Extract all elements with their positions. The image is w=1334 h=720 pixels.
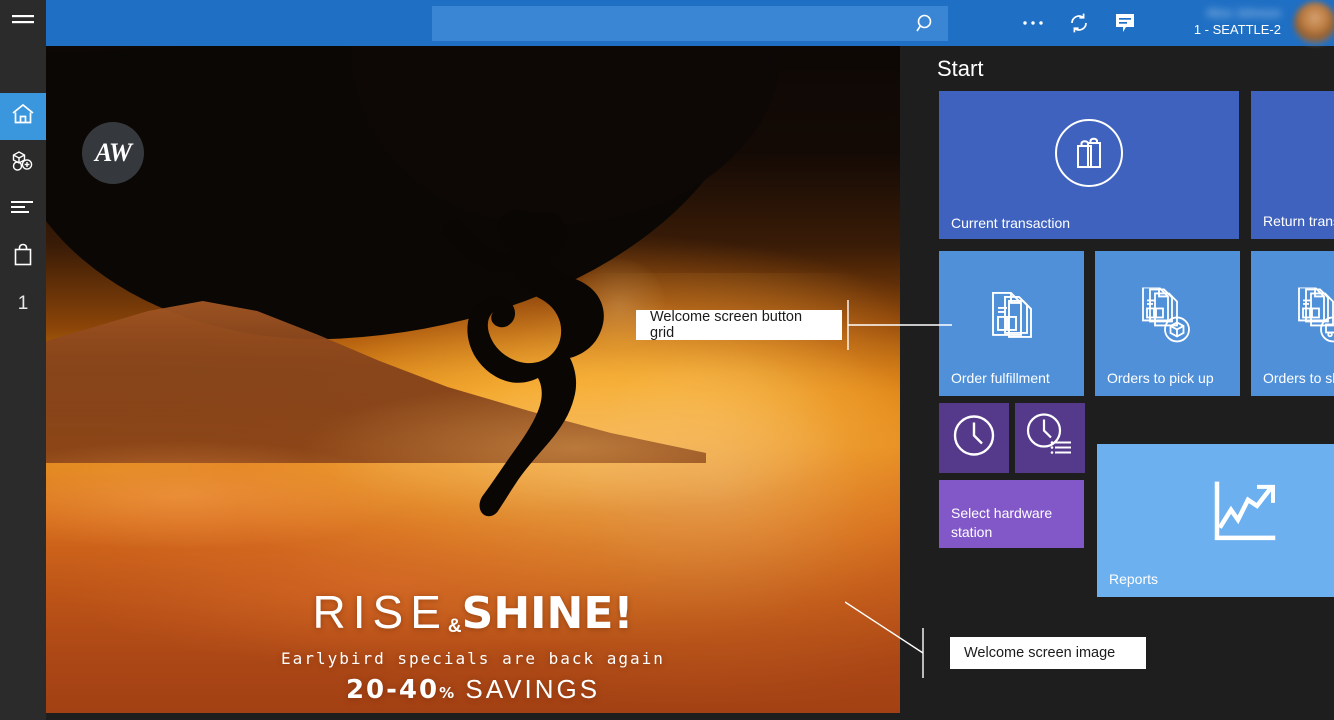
promo-overlay: RISE&SHINE! Earlybird specials are back …: [46, 585, 900, 705]
climber-silhouette: [426, 206, 656, 536]
sidebar-item-cart[interactable]: [0, 234, 46, 281]
sync-refresh-button[interactable]: [1064, 8, 1094, 38]
annotation-leader-line-image: [845, 600, 955, 680]
tile-current-transaction[interactable]: Current transaction: [939, 91, 1239, 239]
annotation-welcome-screen-image: Welcome screen image: [950, 637, 1146, 669]
search-icon[interactable]: [904, 6, 948, 41]
top-app-bar: Alice Johnson 1 - SEATTLE-2: [46, 0, 1334, 46]
tile-label: Select hardware station: [951, 504, 1081, 542]
tile-order-fulfillment[interactable]: Order fulfillment: [939, 251, 1084, 396]
shopping-bag-icon: [12, 243, 34, 272]
promo-savings-word: SAVINGS: [465, 674, 600, 704]
documents-package-icon: [1139, 287, 1197, 350]
tile-label: Current transaction: [951, 214, 1081, 233]
user-store-label: 1 - SEATTLE-2: [1134, 22, 1281, 38]
more-options-button[interactable]: [1018, 8, 1048, 38]
sidebar-item-home[interactable]: [0, 93, 46, 140]
tile-orders-to-ship[interactable]: Orders to ship: [1251, 251, 1334, 396]
tile-clock-list[interactable]: [1015, 403, 1085, 473]
sidebar-item-journal[interactable]: [0, 187, 46, 234]
promo-savings-percent: %: [439, 684, 456, 702]
tile-clock[interactable]: [939, 403, 1009, 473]
tile-label: Reports: [1109, 570, 1158, 589]
user-name-label: Alice Johnson: [1134, 4, 1281, 22]
annotation-leader-line-grid: [840, 296, 960, 356]
home-icon: [10, 102, 36, 131]
promo-headline: RISE&SHINE!: [46, 585, 900, 639]
clock-icon: [951, 413, 997, 464]
tile-label: Order fulfillment: [951, 369, 1050, 388]
rail-count-badge[interactable]: 1: [0, 281, 46, 327]
promo-ampersand: &: [448, 616, 462, 637]
shopping-bag-circle-icon: [1052, 116, 1126, 195]
promo-savings-number: 20-40: [346, 675, 439, 705]
promo-headline-light: RISE: [313, 586, 448, 638]
store-logo: AW: [82, 122, 144, 184]
left-navigation-rail: 1: [0, 0, 46, 720]
avatar[interactable]: [1294, 2, 1334, 44]
promo-headline-bold: SHINE!: [462, 588, 634, 639]
search-input[interactable]: [432, 6, 904, 41]
hamburger-menu-icon: [12, 14, 34, 33]
tile-select-hardware-station[interactable]: Select hardware station: [939, 480, 1084, 548]
tile-label: Orders to ship: [1263, 369, 1334, 388]
tile-return-transaction[interactable]: Return transaction: [1251, 91, 1334, 239]
annotation-label: Welcome screen image: [964, 645, 1115, 661]
rail-nav-list: 1: [0, 93, 46, 327]
tile-label: Return transaction: [1263, 212, 1334, 231]
sidebar-item-products[interactable]: [0, 140, 46, 187]
documents-icon: [987, 290, 1037, 347]
promo-savings: 20-40% SAVINGS: [46, 674, 900, 705]
welcome-screen-image: AW RISE&SHINE! Earlybird specials are ba…: [46, 46, 900, 713]
search-box[interactable]: [432, 6, 948, 41]
start-panel: Start Current transaction Return transac…: [900, 46, 1334, 720]
user-info-block[interactable]: Alice Johnson 1 - SEATTLE-2: [1134, 4, 1289, 44]
hamburger-menu-button[interactable]: [0, 0, 46, 46]
tile-label: Orders to pick up: [1107, 369, 1214, 388]
annotation-welcome-screen-button-grid: Welcome screen button grid: [636, 310, 842, 340]
tile-orders-to-pick-up[interactable]: Orders to pick up: [1095, 251, 1240, 396]
list-lines-icon: [11, 200, 35, 221]
documents-ship-icon: [1295, 287, 1334, 350]
clock-list-icon: [1024, 411, 1076, 466]
promo-subline: Earlybird specials are back again: [46, 649, 900, 668]
products-cubes-icon: [10, 150, 36, 177]
page-title: Start: [937, 56, 983, 82]
chart-growth-icon: [1211, 479, 1283, 550]
tile-reports[interactable]: Reports: [1097, 444, 1334, 597]
annotation-label: Welcome screen button grid: [650, 309, 828, 341]
